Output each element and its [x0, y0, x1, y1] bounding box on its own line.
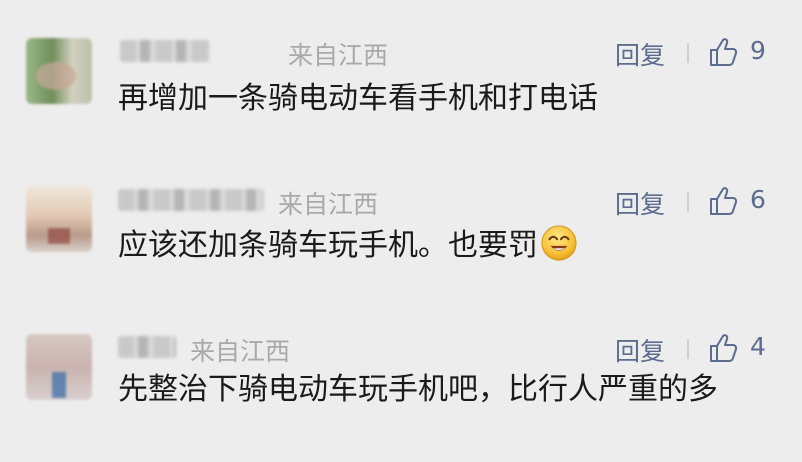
thumbs-up-icon[interactable] — [708, 333, 740, 363]
comment-text-content: 再增加一条骑电动车看手机和打电话 — [118, 81, 598, 116]
thumbs-up-icon[interactable] — [708, 37, 740, 67]
reply-button[interactable]: 回复 — [615, 332, 665, 368]
divider — [687, 339, 689, 359]
comment-text-content: 应该还加条骑车玩手机。也要罚 — [118, 228, 538, 263]
username-blurred[interactable] — [118, 189, 264, 211]
like-count: 9 — [750, 36, 766, 65]
avatar[interactable] — [26, 38, 92, 104]
location-label: 来自江西 — [278, 190, 379, 219]
comment-item: 来自江西 回复 4 先整治下骑电动车玩手机吧，比行人严重的多 — [0, 300, 802, 462]
location-label: 来自江西 — [288, 41, 389, 70]
avatar[interactable] — [26, 186, 92, 252]
username-blurred[interactable] — [120, 40, 210, 62]
thumbs-up-icon[interactable] — [708, 186, 740, 216]
like-count: 6 — [750, 185, 766, 214]
smile-emoji-icon — [541, 225, 577, 261]
comment-item: 来自江西 回复 6 应该还加条骑车玩手机。也要罚 — [0, 150, 802, 300]
comment-item: 来自江西 回复 9 再增加一条骑电动车看手机和打电话 — [0, 0, 802, 150]
avatar[interactable] — [26, 334, 92, 400]
divider — [687, 192, 689, 212]
like-count: 4 — [750, 332, 766, 361]
comment-text: 应该还加条骑车玩手机。也要罚 — [118, 222, 778, 270]
username-blurred[interactable] — [118, 336, 176, 358]
location-label: 来自江西 — [190, 337, 291, 366]
reply-button[interactable]: 回复 — [615, 36, 665, 72]
comment-text: 先整治下骑电动车玩手机吧，比行人严重的多 — [118, 366, 778, 414]
comment-text: 再增加一条骑电动车看手机和打电话 — [118, 75, 778, 123]
divider — [687, 43, 689, 63]
reply-button[interactable]: 回复 — [615, 185, 665, 221]
comment-text-content: 先整治下骑电动车玩手机吧，比行人严重的多 — [118, 372, 718, 407]
